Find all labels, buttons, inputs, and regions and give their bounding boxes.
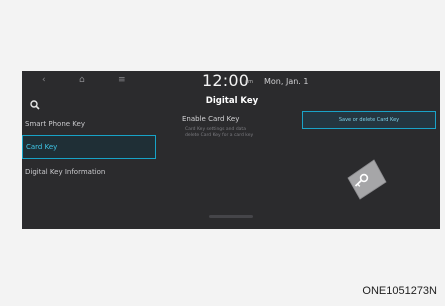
save-delete-card-key-button[interactable]: Save or delete Card Key xyxy=(302,111,436,129)
key-card-icon xyxy=(340,156,388,204)
clock: 12:00 xyxy=(202,71,250,90)
date-label: Mon, Jan. 1 xyxy=(264,77,309,86)
enable-card-key-label[interactable]: Enable Card Key xyxy=(182,115,239,124)
figure-caption: ONE1051273N xyxy=(362,285,437,297)
menu-item-card-key[interactable]: Card Key xyxy=(22,135,156,159)
infotainment-screen: ‹ ⌂ ≡ 12:00 am Mon, Jan. 1 Digital Key S… xyxy=(22,71,440,229)
back-icon[interactable]: ‹ xyxy=(42,74,46,86)
card-key-description: Card Key settings and data delete Card K… xyxy=(185,127,254,138)
home-icon[interactable]: ⌂ xyxy=(79,74,85,86)
page-indicator xyxy=(209,215,253,218)
page-title: Digital Key xyxy=(205,96,259,106)
menu-item-digital-key-information[interactable]: Digital Key Information xyxy=(22,167,160,177)
search-icon[interactable] xyxy=(30,95,40,114)
menu-icon[interactable]: ≡ xyxy=(118,74,126,86)
status-bar: ‹ ⌂ ≡ 12:00 am Mon, Jan. 1 xyxy=(22,71,440,91)
ampm-label: am xyxy=(245,79,253,85)
menu-item-smart-phone-key[interactable]: Smart Phone Key xyxy=(22,119,160,129)
